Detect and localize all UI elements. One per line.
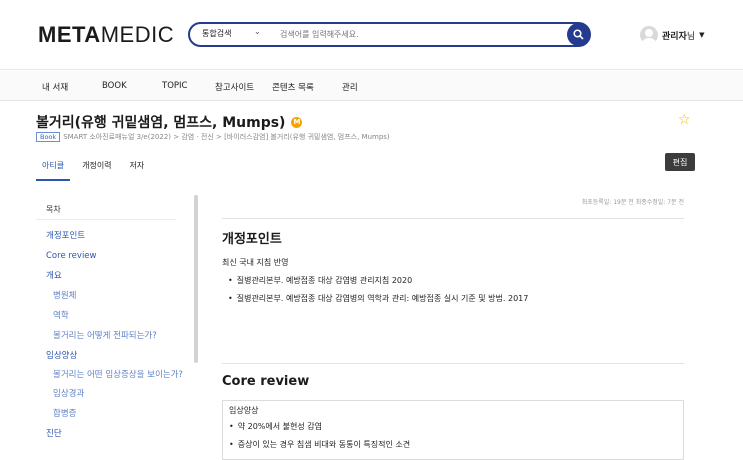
user-name: 관리자님 xyxy=(662,29,695,42)
search-input[interactable] xyxy=(280,26,540,43)
toc-item[interactable]: Core review xyxy=(36,246,186,266)
table-of-contents: 목차 개정포인트 Core review 개요 병원체 역학 볼거리는 어떻게 … xyxy=(36,195,186,458)
toc-item[interactable]: 역학 xyxy=(36,306,186,326)
avatar xyxy=(640,26,658,44)
toc-item[interactable]: 개정포인트 xyxy=(36,226,186,246)
toc-scrollbar[interactable] xyxy=(194,195,198,363)
article-title-row: 볼거리(유행 귀밑샘염, 멈프스, Mumps) M xyxy=(36,112,303,132)
toc-item[interactable]: 임상경과 xyxy=(36,384,186,404)
star-icon[interactable]: ☆ xyxy=(678,112,691,128)
user-menu[interactable]: 관리자님 ▼ xyxy=(640,26,705,44)
tab-authors[interactable]: 저자 xyxy=(124,158,151,181)
breadcrumb-path[interactable]: SMART 소아진료매뉴얼 3/e(2022) > 감염 · 전신 > [바이러… xyxy=(63,132,389,142)
section-title-revision: 개정포인트 xyxy=(222,232,282,247)
list-item: 증상이 있는 경우 침샘 비대와 동통이 특징적인 소견 xyxy=(229,439,410,450)
page-title: 볼거리(유행 귀밑샘염, 멈프스, Mumps) xyxy=(36,115,286,131)
nav-topic[interactable]: TOPIC xyxy=(162,81,187,91)
divider xyxy=(222,363,684,364)
search-icon xyxy=(573,29,584,40)
search-scope-select[interactable]: 통합검색 xyxy=(202,28,231,39)
caret-down-icon: ▼ xyxy=(699,31,705,39)
book-tag: Book xyxy=(36,132,61,142)
toc-item[interactable]: 진단 xyxy=(36,424,186,444)
divider xyxy=(222,218,684,219)
section-title-core-review: Core review xyxy=(222,374,310,389)
nav-reference-sites[interactable]: 참고사이트 xyxy=(215,81,254,93)
article-tabs: 아티클 개정이력 저자 xyxy=(36,158,156,181)
top-navigation: 내 서재 BOOK TOPIC 참고사이트 콘텐츠 목록 관리 xyxy=(0,71,743,101)
search-bar: 통합검색 ⌄ xyxy=(188,22,591,47)
nav-content-list[interactable]: 콘텐츠 목록 xyxy=(272,81,314,93)
core-review-box: 임상양상 약 20%에서 불현성 감염 증상이 있는 경우 침샘 비대와 동통이… xyxy=(222,400,684,460)
logo-light-text: MEDIC xyxy=(100,22,175,47)
header: METAMEDIC 통합검색 ⌄ 관리자님 ▼ xyxy=(0,0,743,70)
nav-book[interactable]: BOOK xyxy=(102,81,127,91)
toc-heading: 목차 xyxy=(36,195,176,220)
search-button[interactable] xyxy=(567,23,590,46)
nav-my-library[interactable]: 내 서재 xyxy=(42,81,68,93)
metamedic-logo[interactable]: METAMEDIC xyxy=(38,22,174,48)
logo-bold-text: META xyxy=(38,22,101,47)
toc-item[interactable]: 볼거리는 어떤 임상증상을 보이는가? xyxy=(36,366,186,384)
nav-admin[interactable]: 관리 xyxy=(342,81,358,93)
toc-item[interactable]: 임상양상 xyxy=(36,346,186,366)
user-name-text: 관리자 xyxy=(662,31,687,42)
breadcrumb: Book SMART 소아진료매뉴얼 3/e(2022) > 감염 · 전신 >… xyxy=(36,132,390,142)
chevron-down-icon[interactable]: ⌄ xyxy=(254,27,261,36)
user-suffix: 님 xyxy=(686,31,696,42)
toc-item[interactable]: 개요 xyxy=(36,266,186,286)
toc-item[interactable]: 볼거리는 어떻게 전파되는가? xyxy=(36,326,186,346)
core-review-subtitle: 임상양상 xyxy=(229,406,259,415)
list-item: 약 20%에서 불현성 감염 xyxy=(229,421,322,432)
tab-article[interactable]: 아티클 xyxy=(36,158,71,181)
list-item: 질병관리본부. 예방접종 대상 감염병의 역학과 관리: 예방접종 실시 기준 … xyxy=(228,293,529,304)
m-badge-icon: M xyxy=(291,116,303,128)
section-subtitle: 최신 국내 지침 반영 xyxy=(222,258,289,267)
article-dates: 최초등록일: 19분 전 최종수정일: 7분 전 xyxy=(581,199,684,206)
toc-item[interactable]: 병원체 xyxy=(36,286,186,306)
edit-button[interactable]: 편집 xyxy=(665,153,695,171)
toc-list: 개정포인트 Core review 개요 병원체 역학 볼거리는 어떻게 전파되… xyxy=(36,226,186,444)
list-item: 질병관리본부. 예방접종 대상 감염병 관리지침 2020 xyxy=(228,275,412,286)
tab-revision-history[interactable]: 개정이력 xyxy=(76,158,117,181)
toc-item[interactable]: 합병증 xyxy=(36,404,186,424)
